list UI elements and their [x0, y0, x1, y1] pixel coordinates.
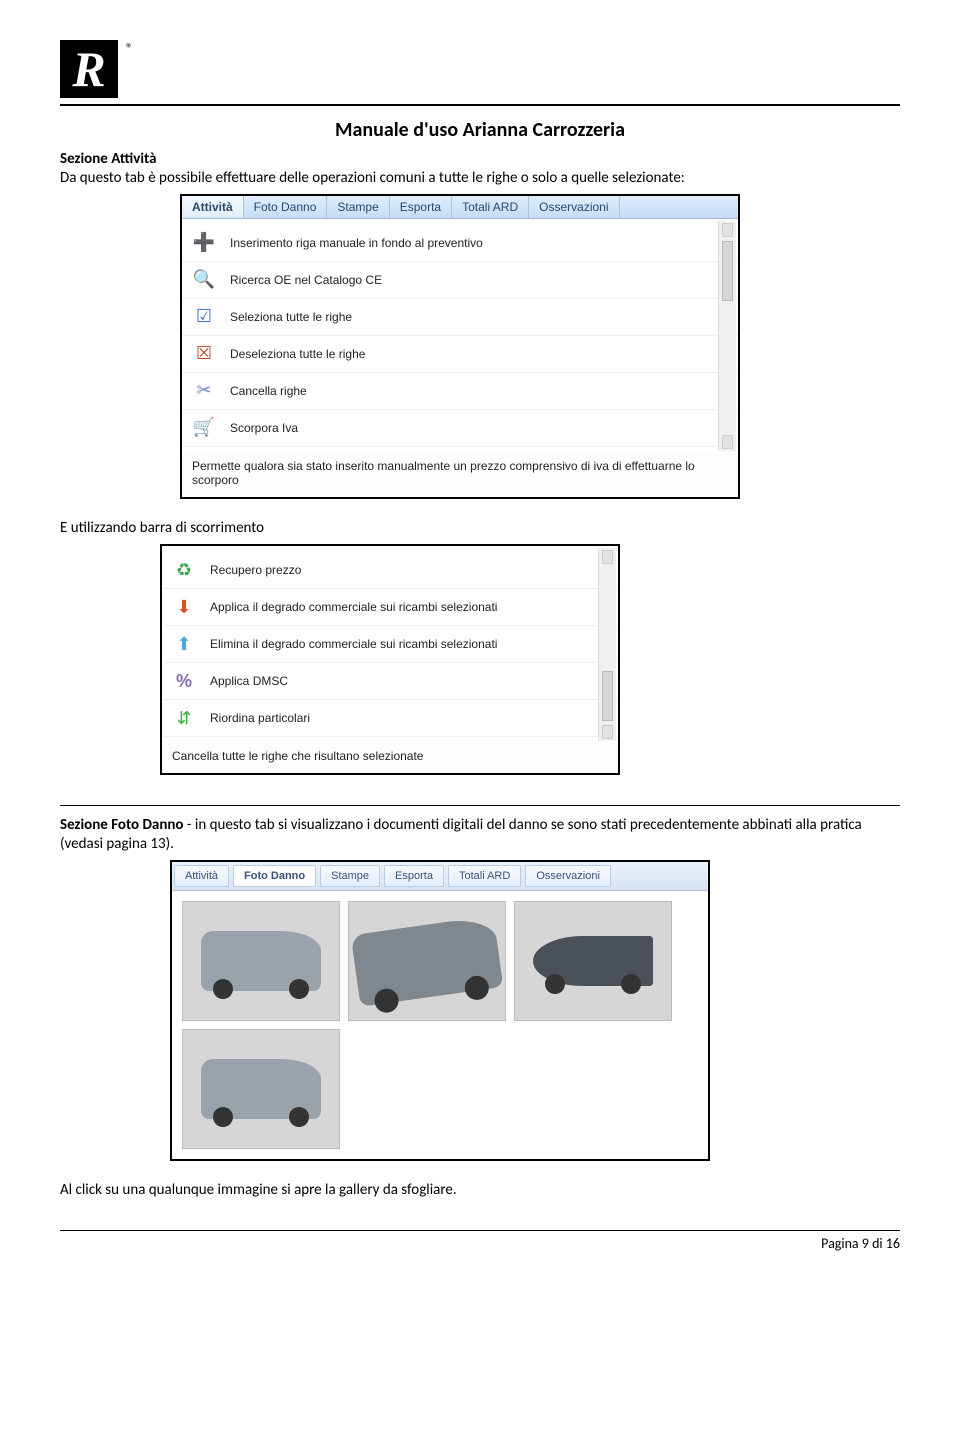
list-item-label: Scorpora Iva — [230, 421, 298, 435]
list-item-label: Elimina il degrado commerciale sui ricam… — [210, 637, 497, 651]
photo-thumbnail[interactable] — [348, 901, 506, 1021]
list-item[interactable]: 🛒 Scorpora Iva — [182, 410, 738, 447]
list-item-label: Ricerca OE nel Catalogo CE — [230, 273, 382, 287]
list-item-label: Inserimento riga manuale in fondo al pre… — [230, 236, 483, 250]
tab-attivita[interactable]: Attività — [174, 865, 229, 887]
reorder-icon: ⇵ — [172, 706, 196, 730]
section-attivita-intro: Da questo tab è possibile effettuare del… — [60, 169, 685, 187]
tab-stampe[interactable]: Stampe — [320, 865, 380, 887]
tab-foto-danno[interactable]: Foto Danno — [233, 865, 316, 887]
list-item[interactable]: ✂ Cancella righe — [182, 373, 738, 410]
scrollbar[interactable] — [718, 221, 736, 451]
closing-note: Al click su una qualunque immagine si ap… — [60, 1181, 900, 1200]
header-rule — [60, 104, 900, 106]
list-item[interactable]: 🔍 Ricerca OE nel Catalogo CE — [182, 262, 738, 299]
list-item[interactable]: ⇵ Riordina particolari — [162, 700, 618, 737]
list-item-label: Recupero prezzo — [210, 563, 301, 577]
list-item-label: Deseleziona tutte le righe — [230, 347, 365, 361]
photo-thumbnail[interactable] — [514, 901, 672, 1021]
section-foto-danno-para: Sezione Foto Danno - in questo tab si vi… — [60, 816, 900, 854]
tab-attivita[interactable]: Attività — [182, 196, 244, 218]
percent-icon: % — [172, 669, 196, 693]
doc-title: Manuale d'uso Arianna Carrozzeria — [60, 118, 900, 142]
photo-thumbnail[interactable] — [182, 901, 340, 1021]
arrow-down-icon: ⬇ — [172, 595, 196, 619]
check-all-icon: ☑ — [192, 305, 216, 329]
section-foto-danno-heading: Sezione Foto Danno — [60, 816, 184, 834]
attivita-list: ➕ Inserimento riga manuale in fondo al p… — [182, 219, 738, 453]
section-divider — [60, 805, 900, 806]
screenshot-foto-danno: Attività Foto Danno Stampe Esporta Total… — [170, 860, 710, 1161]
photo-thumbnail[interactable] — [182, 1029, 340, 1149]
plus-icon: ➕ — [192, 231, 216, 255]
list-item[interactable]: ☒ Deseleziona tutte le righe — [182, 336, 738, 373]
scissors-icon: ✂ — [192, 379, 216, 403]
list-item-label: Applica il degrado commerciale sui ricam… — [210, 600, 497, 614]
screenshot-attivita-scrolled: ♻ Recupero prezzo ⬇ Applica il degrado c… — [160, 544, 620, 775]
list-item[interactable]: ☑ Seleziona tutte le righe — [182, 299, 738, 336]
list-item-label: Seleziona tutte le righe — [230, 310, 352, 324]
list-footnote-2: Cancella tutte le righe che risultano se… — [162, 743, 618, 773]
list-item[interactable]: ⬆ Elimina il degrado commerciale sui ric… — [162, 626, 618, 663]
registered-mark: ® — [126, 40, 133, 57]
recycle-icon: ♻ — [172, 558, 196, 582]
tab-esporta[interactable]: Esporta — [390, 196, 452, 218]
page-number: Pagina 9 di 16 — [60, 1235, 900, 1252]
section-attivita-para: Sezione Attività Da questo tab è possibi… — [60, 150, 900, 188]
footer-rule — [60, 1230, 900, 1231]
arrow-up-icon: ⬆ — [172, 632, 196, 656]
list-item-label: Cancella righe — [230, 384, 307, 398]
tabbar-1: Attività Foto Danno Stampe Esporta Total… — [182, 196, 738, 219]
list-footnote: Permette qualora sia stato inserito manu… — [182, 453, 738, 498]
tab-totali-ard[interactable]: Totali ARD — [448, 865, 521, 887]
attivita-list-2: ♻ Recupero prezzo ⬇ Applica il degrado c… — [162, 546, 618, 743]
list-item[interactable]: % Applica DMSC — [162, 663, 618, 700]
tab-totali-ard[interactable]: Totali ARD — [452, 196, 529, 218]
logo-letter: R — [72, 44, 105, 94]
scrollbar[interactable] — [598, 548, 616, 741]
uncheck-all-icon: ☒ — [192, 342, 216, 366]
photo-thumbnails — [172, 891, 708, 1159]
section-attivita-heading: Sezione Attività — [60, 150, 156, 168]
tab-osservazioni[interactable]: Osservazioni — [525, 865, 611, 887]
list-item[interactable]: ➕ Inserimento riga manuale in fondo al p… — [182, 225, 738, 262]
list-item[interactable]: ♻ Recupero prezzo — [162, 552, 618, 589]
header-logo-row: R ® — [60, 40, 900, 98]
tab-osservazioni[interactable]: Osservazioni — [529, 196, 619, 218]
logo: R — [60, 40, 118, 98]
tab-foto-danno[interactable]: Foto Danno — [244, 196, 328, 218]
list-item-label: Riordina particolari — [210, 711, 310, 725]
page-footer: Pagina 9 di 16 — [60, 1230, 900, 1252]
tabbar-photo: Attività Foto Danno Stampe Esporta Total… — [172, 862, 708, 891]
list-item-label: Applica DMSC — [210, 674, 288, 688]
tab-stampe[interactable]: Stampe — [327, 196, 389, 218]
scroll-note: E utilizzando barra di scorrimento — [60, 519, 900, 538]
list-item[interactable]: ⬇ Applica il degrado commerciale sui ric… — [162, 589, 618, 626]
search-icon: 🔍 — [192, 268, 216, 292]
cart-icon: 🛒 — [192, 416, 216, 440]
screenshot-attivita-panel: Attività Foto Danno Stampe Esporta Total… — [180, 194, 740, 500]
tab-esporta[interactable]: Esporta — [384, 865, 444, 887]
